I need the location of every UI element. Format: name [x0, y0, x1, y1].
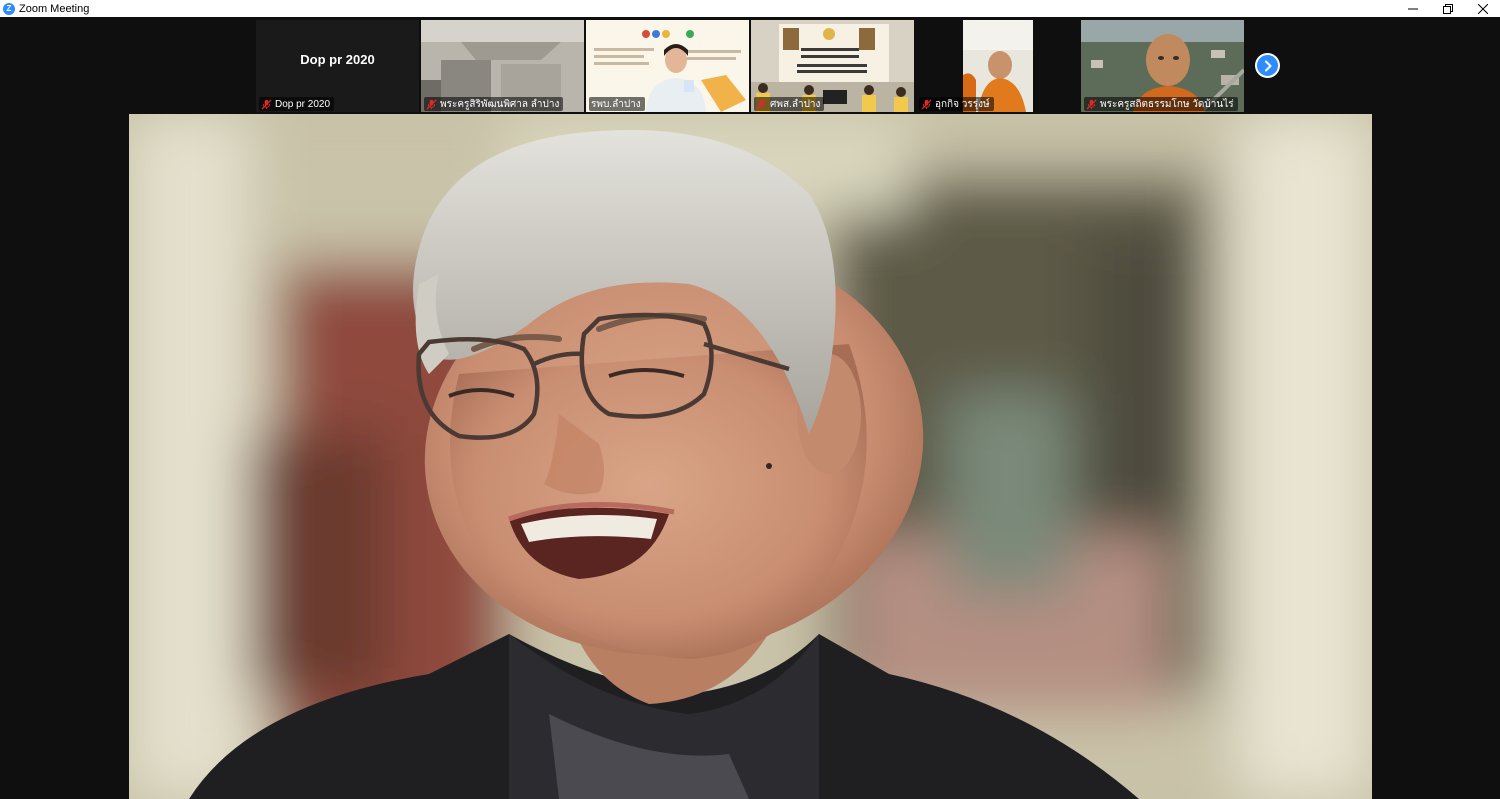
participant-tile[interactable]: Dop pr 2020 Dop pr 2020 [256, 20, 419, 112]
participant-name-tag: อุกกิจ วรรุ่งษ์ [919, 97, 994, 111]
participant-name: พระครูสิริพัฒนพิศาล ลำปาง [440, 98, 560, 110]
participant-tile[interactable]: อุกกิจ วรรุ่งษ์ [916, 20, 1079, 112]
window-title: Zoom Meeting [19, 2, 90, 15]
participant-name-tag: พระครูสถิตธรรมโกษ วัดบ้านไร่ [1084, 97, 1238, 111]
muted-mic-icon [921, 98, 932, 110]
speaker-video-frame [129, 114, 1372, 799]
close-icon [1477, 3, 1488, 14]
participant-name-tag: Dop pr 2020 [259, 97, 335, 111]
muted-mic-icon [1086, 98, 1097, 110]
muted-mic-icon [426, 98, 437, 110]
participant-name-tag: รพบ.ลำปาง [589, 97, 645, 111]
next-page-button[interactable] [1255, 53, 1280, 78]
window-controls [1395, 0, 1500, 17]
participant-name: Dop pr 2020 [275, 98, 331, 110]
participant-tile[interactable]: พระครูสถิตธรรมโกษ วัดบ้านไร่ [1081, 20, 1244, 112]
participant-name: รพบ.ลำปาง [591, 98, 641, 110]
participant-tile[interactable]: รพบ.ลำปาง [586, 20, 749, 112]
muted-mic-icon [261, 98, 272, 110]
participant-name: ศพส.ลำปาง [770, 98, 821, 110]
muted-mic-icon [756, 98, 767, 110]
participant-display-name: Dop pr 2020 [300, 51, 375, 67]
participant-name-tag: พระครูสิริพัฒนพิศาล ลำปาง [424, 97, 564, 111]
chevron-right-icon [1264, 60, 1271, 71]
participant-name-tag: ศพส.ลำปาง [754, 97, 825, 111]
participant-name: อุกกิจ วรรุ่งษ์ [935, 98, 990, 110]
zoom-app-icon-letter: Z [6, 4, 12, 13]
participant-tile[interactable]: พระครูสิริพัฒนพิศาล ลำปาง [421, 20, 584, 112]
participant-name: พระครูสถิตธรรมโกษ วัดบ้านไร่ [1100, 98, 1234, 110]
participant-strip: Dop pr 2020 Dop pr 2020 พระครูสิริพัฒนพิ… [0, 17, 1500, 113]
restore-button[interactable] [1430, 0, 1465, 17]
minimize-button[interactable] [1395, 0, 1430, 17]
window-titlebar: Z Zoom Meeting [0, 0, 1500, 17]
active-speaker-video[interactable] [129, 114, 1372, 799]
participant-tile[interactable]: ศพส.ลำปาง [751, 20, 914, 112]
close-button[interactable] [1465, 0, 1500, 17]
restore-icon [1442, 3, 1453, 14]
minimize-icon [1407, 8, 1418, 9]
zoom-app-icon: Z [3, 2, 15, 15]
